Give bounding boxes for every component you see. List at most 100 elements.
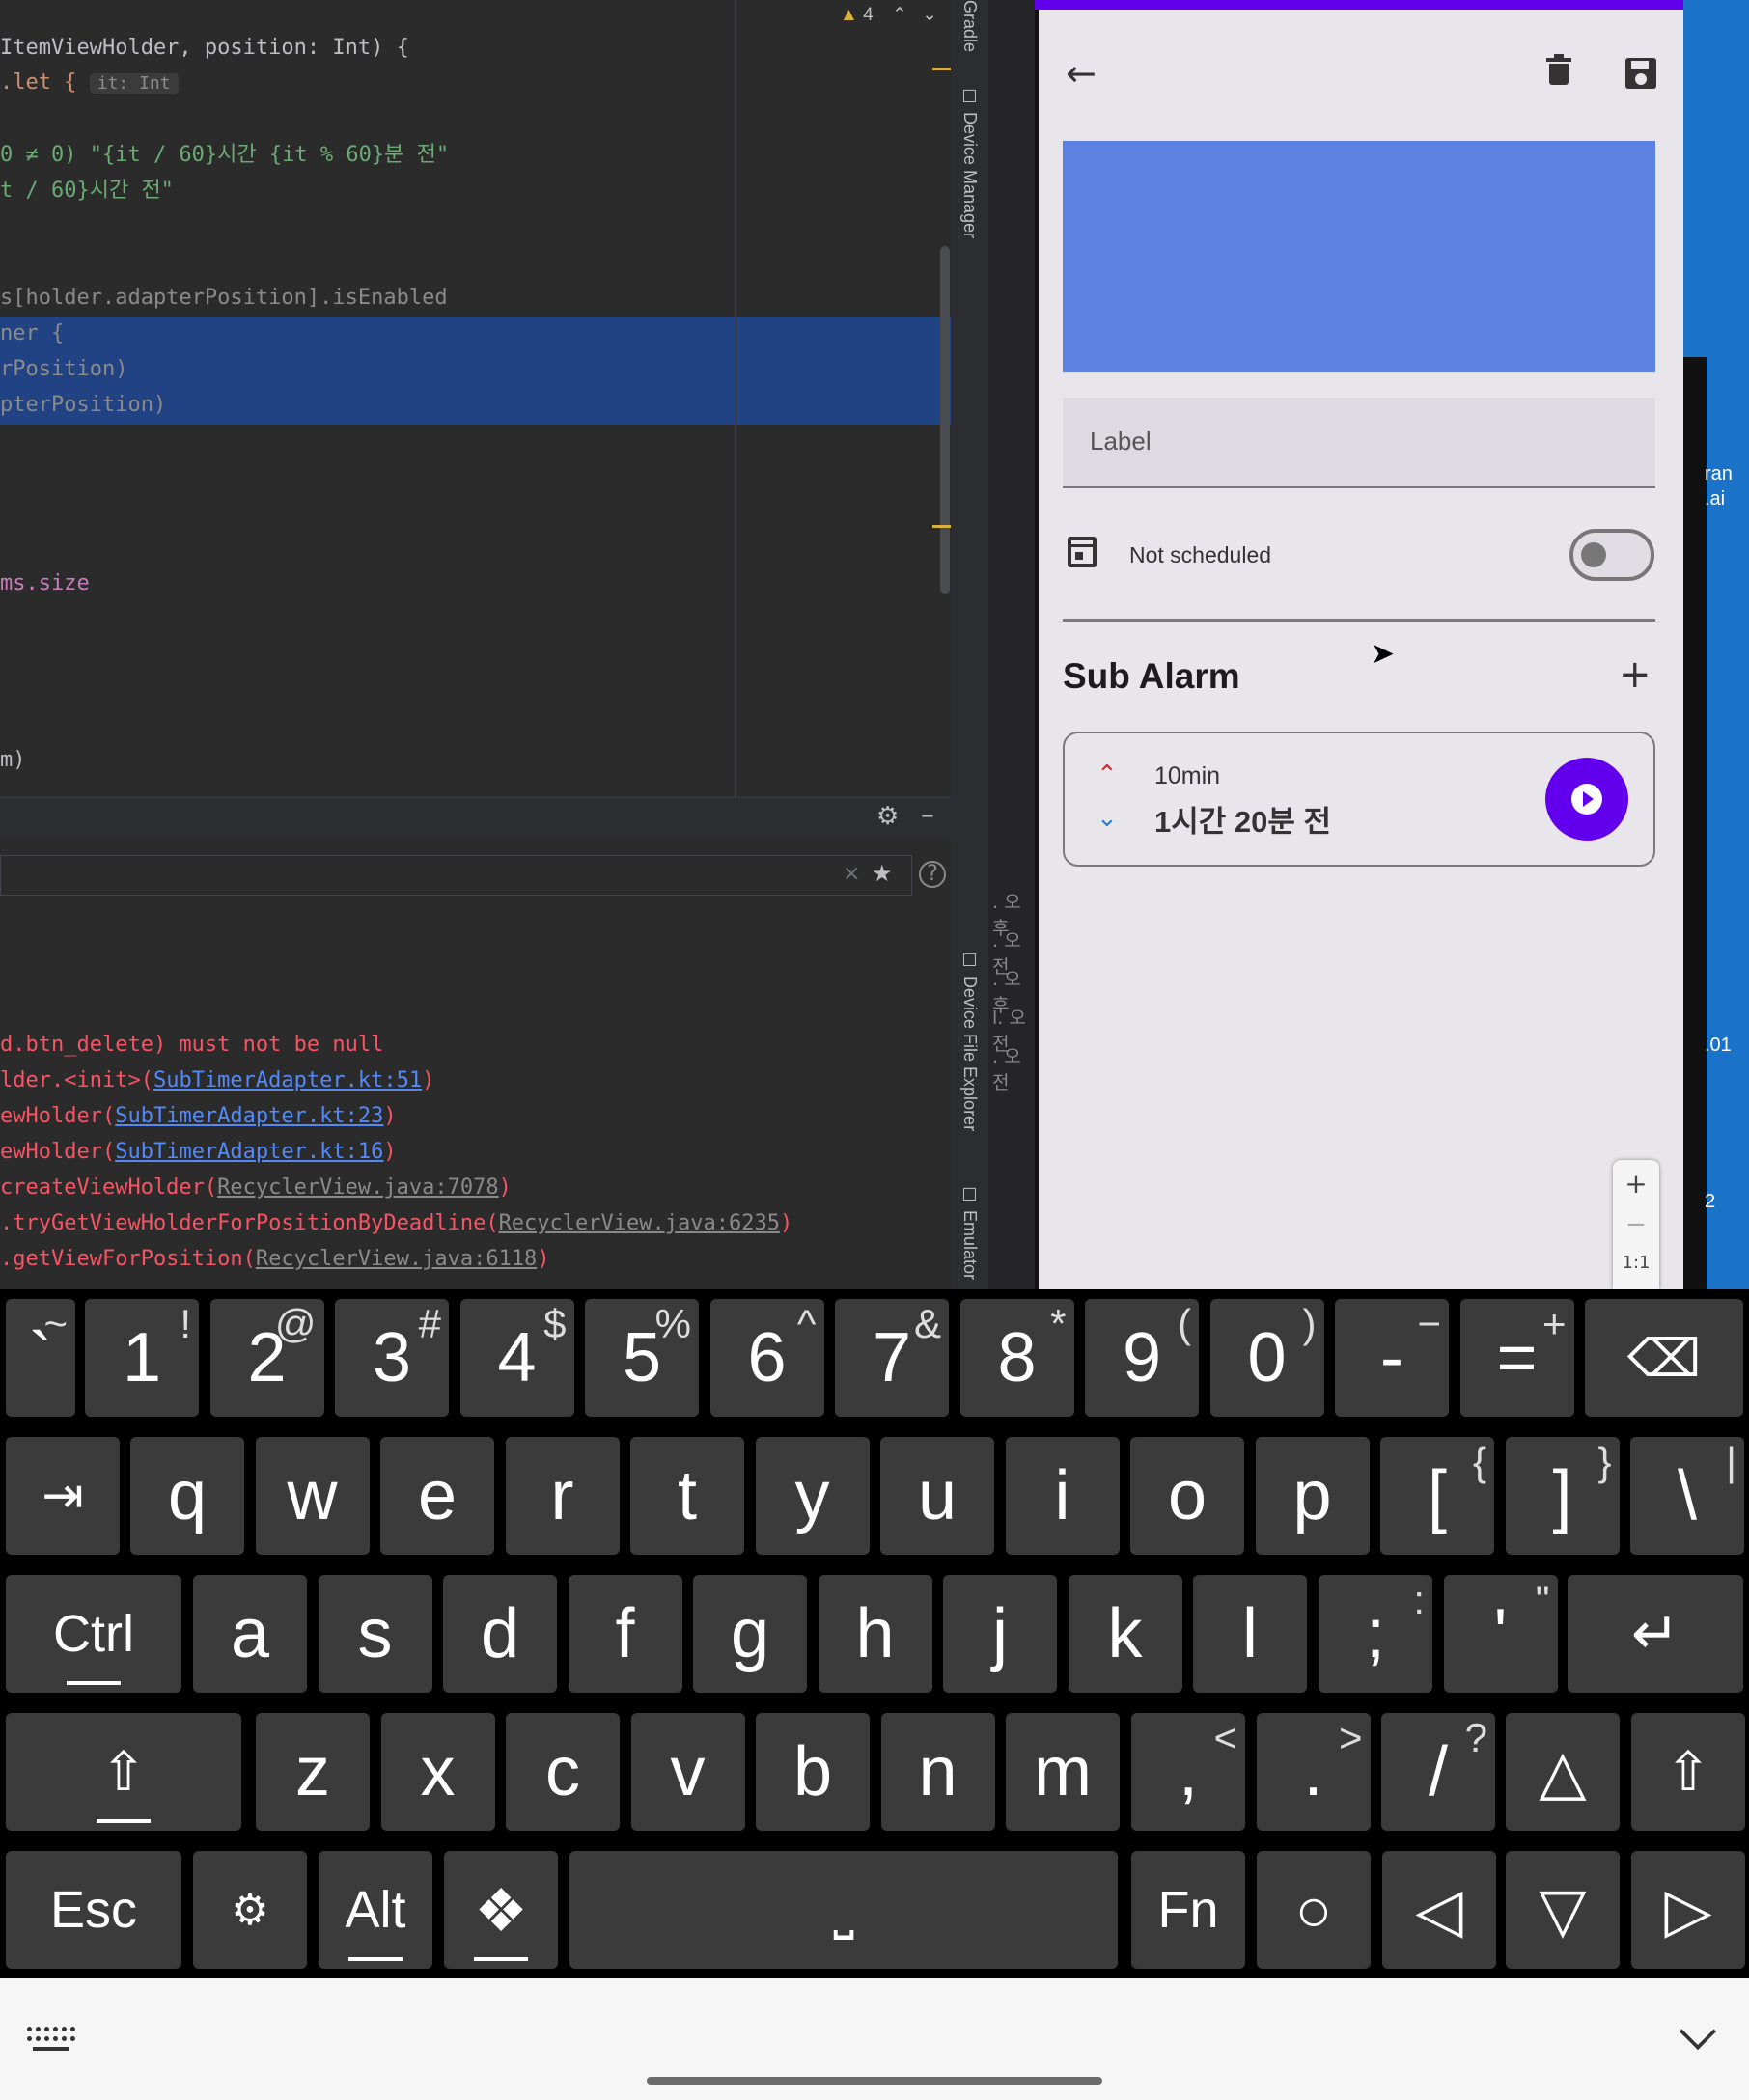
key-y[interactable]: y [755, 1437, 870, 1555]
key-d[interactable]: d [443, 1575, 557, 1693]
stacktrace-link[interactable]: RecyclerView.java:6235 [499, 1211, 780, 1235]
key-tab[interactable]: ⇥ [6, 1437, 120, 1555]
add-sub-alarm-icon[interactable]: + [1619, 652, 1652, 697]
key-backspace[interactable]: ⌫ [1585, 1299, 1743, 1417]
key-v[interactable]: v [630, 1713, 745, 1831]
key-6[interactable]: 6 ^ [709, 1299, 824, 1417]
key-esc[interactable]: Esc [6, 1851, 181, 1969]
editor-scrollbar[interactable] [940, 246, 950, 594]
label-input[interactable]: Label [1063, 398, 1655, 488]
key-k[interactable]: k [1068, 1575, 1182, 1693]
tool-tab-device-manager[interactable]: ☐ Device Manager [959, 87, 981, 238]
key-11[interactable]: - − [1335, 1299, 1449, 1417]
stacktrace-link[interactable]: RecyclerView.java:6118 [256, 1247, 537, 1271]
chevron-down-icon[interactable]: ⌃ [1097, 801, 1118, 830]
key-r[interactable]: r [505, 1437, 620, 1555]
key-9[interactable]: 9( [1085, 1299, 1199, 1417]
keyboard-switch-icon[interactable] [27, 2027, 75, 2052]
key-o[interactable]: o [1130, 1437, 1244, 1555]
key-1[interactable]: 1! [85, 1299, 199, 1417]
key-shift-left[interactable]: ⇧ [6, 1713, 241, 1831]
logcat-filter-input[interactable]: × ★ [0, 855, 912, 896]
key-a[interactable]: a [193, 1575, 307, 1693]
key-sym[interactable]: \ | [1630, 1437, 1744, 1555]
gesture-handle[interactable] [647, 2077, 1102, 2085]
clear-icon[interactable]: × [843, 862, 860, 886]
gear-icon[interactable]: ⚙ [876, 802, 899, 831]
zoom-out-button[interactable]: − [1613, 1210, 1659, 1239]
hide-keyboard-icon[interactable] [1679, 2012, 1717, 2051]
key-shift-label: ? [1464, 1715, 1487, 1760]
key-z[interactable]: z [256, 1713, 370, 1831]
key-7[interactable]: 7 & [835, 1299, 949, 1417]
chevron-up-icon[interactable]: ⌃ [1097, 760, 1118, 789]
key-sym[interactable]: ' " [1443, 1575, 1558, 1693]
key-h[interactable]: h [818, 1575, 932, 1693]
key-p[interactable]: p [1255, 1437, 1370, 1555]
key-fn[interactable]: Fn [1131, 1851, 1245, 1969]
schedule-toggle[interactable] [1569, 529, 1654, 581]
back-arrow-icon[interactable]: ← [1066, 52, 1097, 95]
key-s[interactable]: s [318, 1575, 432, 1693]
key-down[interactable]: ▽ [1506, 1851, 1620, 1969]
key-f[interactable]: f [568, 1575, 682, 1693]
key-i[interactable]: i [1005, 1437, 1120, 1555]
key-sym[interactable]: . > [1256, 1713, 1371, 1831]
key-w[interactable]: w [255, 1437, 370, 1555]
key-b[interactable]: b [756, 1713, 870, 1831]
key-4[interactable]: 4 $ [459, 1299, 574, 1417]
key-j[interactable]: j [943, 1575, 1057, 1693]
tool-tab-gradle[interactable]: Gradle [959, 0, 980, 52]
key-alt[interactable]: Alt [319, 1851, 432, 1969]
star-icon[interactable]: ★ [872, 860, 893, 887]
color-preview[interactable] [1063, 141, 1655, 372]
key-right[interactable]: ▷ [1631, 1851, 1745, 1969]
key-n[interactable]: n [880, 1713, 995, 1831]
save-icon[interactable] [1625, 58, 1656, 89]
key-5[interactable]: 5% [585, 1299, 699, 1417]
key-m[interactable]: m [1006, 1713, 1120, 1831]
minimize-icon[interactable]: – [921, 798, 934, 830]
play-button[interactable] [1545, 758, 1628, 841]
key-2[interactable]: 2 @ [209, 1299, 324, 1417]
delete-icon[interactable] [1546, 54, 1571, 89]
key-x[interactable]: x [380, 1713, 495, 1831]
key-sym[interactable]: /? [1381, 1713, 1495, 1831]
key-enter[interactable]: ↵ [1568, 1575, 1743, 1693]
zoom-in-button[interactable]: + [1613, 1168, 1659, 1200]
key-t[interactable]: t [630, 1437, 744, 1555]
key-space[interactable]: ⎵ [569, 1851, 1118, 1969]
key-left[interactable]: ◁ [1382, 1851, 1496, 1969]
tool-tab-device-file-explorer[interactable]: ☐ Device File Explorer [959, 951, 981, 1131]
key-8[interactable]: 8 * [959, 1299, 1074, 1417]
stacktrace-link[interactable]: RecyclerView.java:7078 [217, 1175, 498, 1200]
key-u[interactable]: u [880, 1437, 994, 1555]
key-g[interactable]: g [693, 1575, 807, 1693]
help-icon[interactable]: ? [919, 861, 946, 888]
key-q[interactable]: q [130, 1437, 244, 1555]
stacktrace-link[interactable]: SubTimerAdapter.kt:16 [115, 1140, 383, 1164]
key-settings[interactable]: ⚙ [193, 1851, 307, 1969]
key-e[interactable]: e [380, 1437, 494, 1555]
key-l[interactable]: l [1193, 1575, 1307, 1693]
stacktrace-link[interactable]: SubTimerAdapter.kt:23 [115, 1104, 383, 1128]
key-up[interactable]: △ [1506, 1713, 1620, 1831]
key-home[interactable]: ○ [1257, 1851, 1371, 1969]
key-meta[interactable]: ❖ [444, 1851, 558, 1969]
key-sym[interactable]: , < [1131, 1713, 1245, 1831]
key-3[interactable]: 3 # [335, 1299, 449, 1417]
key-10[interactable]: 0) [1209, 1299, 1324, 1417]
tool-tab-emulator[interactable]: ☐ Emulator [959, 1185, 981, 1280]
zoom-reset-button[interactable]: 1:1 [1613, 1253, 1659, 1273]
code-editor[interactable]: ItemViewHolder, position: Int) { .let { … [0, 0, 951, 797]
key-sym[interactable]: ]} [1505, 1437, 1620, 1555]
key-sym[interactable]: ;: [1319, 1575, 1432, 1693]
key-12[interactable]: = + [1459, 1299, 1574, 1417]
key-backtick[interactable]: ` ~ [6, 1299, 75, 1417]
key-c[interactable]: c [506, 1713, 620, 1831]
stacktrace-link[interactable]: SubTimerAdapter.kt:51 [153, 1068, 422, 1092]
key-sym[interactable]: [{ [1380, 1437, 1494, 1555]
warning-indicator[interactable]: ▲ 4 ⌃ ⌄ [840, 4, 937, 26]
key-ctrl[interactable]: Ctrl [6, 1575, 181, 1693]
key-shift-right[interactable]: ⇧ [1631, 1713, 1745, 1831]
